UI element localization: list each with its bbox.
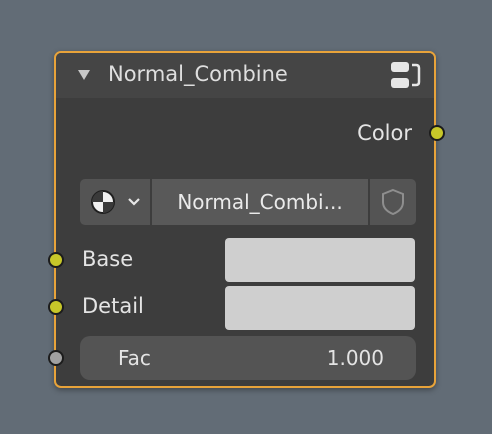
fac-value: 1.000	[326, 346, 384, 370]
output-color-label: Color	[357, 121, 412, 145]
node-group-selector[interactable]: Normal_Combi...	[80, 179, 416, 225]
node-title: Normal_Combine	[108, 62, 288, 86]
fake-user-button[interactable]	[370, 179, 416, 225]
node-tree-icon	[91, 190, 115, 214]
node-group-name-field[interactable]: Normal_Combi...	[152, 179, 368, 225]
output-color-socket[interactable]	[429, 125, 445, 141]
node-frame[interactable]: Normal_Combine Color Normal_Combi... Bas…	[48, 51, 445, 388]
input-base-label: Base	[82, 247, 134, 271]
fac-label: Fac	[118, 346, 151, 370]
input-fac-socket[interactable]	[48, 350, 64, 366]
fac-slider[interactable]: Fac 1.000	[80, 336, 416, 380]
input-base-socket[interactable]	[48, 252, 64, 268]
input-detail-label: Detail	[82, 294, 144, 318]
shield-icon	[382, 188, 404, 216]
node-header[interactable]: Normal_Combine	[56, 53, 434, 98]
chevron-down-icon	[128, 198, 140, 206]
node-tree-browse-button[interactable]	[80, 179, 150, 225]
node-group-icon[interactable]	[388, 59, 422, 93]
input-detail-color-field[interactable]	[225, 286, 415, 330]
input-base-color-field[interactable]	[225, 238, 415, 282]
collapse-arrow-icon[interactable]	[78, 70, 90, 80]
input-detail-socket[interactable]	[48, 299, 64, 315]
